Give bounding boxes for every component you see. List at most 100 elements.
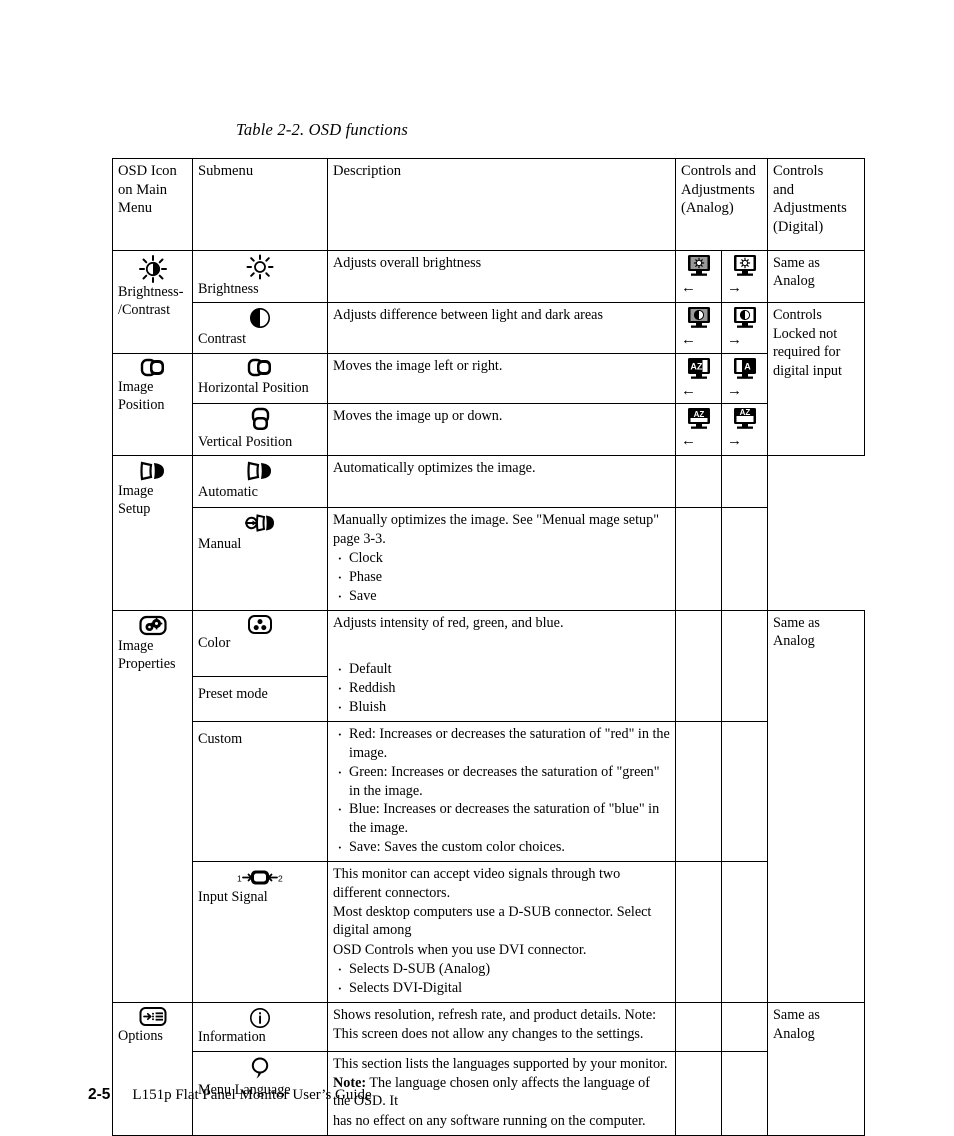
arrow-left-icon: ← xyxy=(681,280,696,296)
analog-vpos-down: AZ ← xyxy=(675,402,722,457)
monitor-hpos-right-icon: A xyxy=(727,357,762,381)
analog-automatic-empty xyxy=(675,455,722,509)
description-text-note: Note: The language chosen only affects t… xyxy=(333,1074,670,1111)
osd-functions-table: OSD Icon on Main Menu Submenu Description … xyxy=(112,158,865,1136)
description-menu-language: This section lists the languages support… xyxy=(327,1050,676,1136)
submenu-automatic: Automatic xyxy=(192,455,328,509)
analog-manual-empty xyxy=(675,507,722,611)
menu-options: Options xyxy=(112,1002,193,1136)
sun-icon xyxy=(198,254,322,280)
submenu-label: Preset mode xyxy=(198,686,268,703)
analog-information-empty xyxy=(675,1002,722,1052)
list-item: Selects DVI-Digital xyxy=(333,978,670,999)
vertical-position-icon xyxy=(198,407,322,433)
description-text: This section lists the languages support… xyxy=(333,1055,668,1072)
menu-label: Brightness- /Contrast xyxy=(118,284,184,318)
analog-hpos-left: AZ ← xyxy=(675,352,722,404)
table-row: Image Setup Automatic Automatically opti… xyxy=(112,455,865,611)
analog-input-signal-empty xyxy=(675,861,722,1004)
description-text: Manually optimizes the image. See "Menua… xyxy=(333,512,659,547)
arrow-right-icon: → xyxy=(727,280,742,296)
list-item: Clock xyxy=(333,548,670,569)
submenu-contrast: Contrast xyxy=(192,302,328,354)
analog-menu-language-empty2 xyxy=(721,1050,768,1136)
image-properties-icon xyxy=(118,614,187,638)
submenu-label: Information xyxy=(198,1029,266,1046)
list-item: Red: Increases or decreases the saturati… xyxy=(333,724,670,763)
submenu-label: Input Signal xyxy=(198,889,268,906)
description-text: OSD Controls when you use DVI connector. xyxy=(333,941,587,958)
header-analog: Controls and Adjustments (Analog) xyxy=(675,158,768,251)
monitor-contrast-increase-icon xyxy=(727,306,762,330)
list-item: Reddish xyxy=(333,678,670,699)
menu-language-icon xyxy=(198,1055,322,1081)
submenu-information: Information xyxy=(192,1002,328,1052)
list-item: Green: Increases or decreases the satura… xyxy=(333,762,670,801)
submenu-label: Contrast xyxy=(198,331,247,348)
description-text: Adjusts intensity of red, green, and blu… xyxy=(333,614,564,631)
menu-image-properties: Image Properties xyxy=(112,609,193,1004)
header-osd-icon: OSD Icon on Main Menu xyxy=(112,158,193,251)
automatic-icon xyxy=(198,459,322,483)
monitor-brightness-increase-icon xyxy=(727,254,762,278)
description-input-signal: This monitor can accept video signals th… xyxy=(327,861,676,1004)
submenu-brightness: Brightness xyxy=(192,249,328,304)
arrow-right-icon: → xyxy=(727,432,742,449)
digital-image-properties: Same as Analog xyxy=(767,609,865,1004)
description-vertical-position: Moves the image up or down. xyxy=(327,402,676,457)
list-item: Blue: Increases or decreases the saturat… xyxy=(333,799,670,838)
description-manual: Manually optimizes the image. See "Menua… xyxy=(327,507,676,611)
description-color: Adjusts intensity of red, green, and blu… xyxy=(327,609,676,722)
arrow-right-icon: → xyxy=(727,382,742,399)
submenu-label: Color xyxy=(198,634,231,651)
preset-mode-bullet-list: Default Reddish Bluish xyxy=(333,659,670,718)
input-signal-icon: 1 2 xyxy=(198,868,322,888)
monitor-vpos-down-icon: AZ xyxy=(681,407,716,431)
table-row: Contrast Adjusts difference between ligh… xyxy=(113,302,865,457)
manual-bullet-list: Clock Phase Save xyxy=(333,548,670,607)
submenu-horizontal-position: Horizontal Position xyxy=(192,352,328,404)
analog-custom-empty2 xyxy=(721,720,768,863)
submenu-color: Color xyxy=(192,609,328,678)
svg-text:2: 2 xyxy=(278,874,283,884)
submenu-input-signal: 1 2 Input Signal xyxy=(192,861,328,1004)
analog-information-empty2 xyxy=(721,1002,768,1052)
submenu-label: Automatic xyxy=(198,484,258,501)
analog-vpos-up: AZ → xyxy=(721,402,768,457)
svg-text:A: A xyxy=(744,361,751,371)
header-submenu: Submenu xyxy=(192,158,328,251)
analog-contrast-decrease: ← xyxy=(675,302,722,354)
page-number: 2-5 xyxy=(88,1086,111,1103)
header-description: Description xyxy=(327,158,676,251)
list-item: Phase xyxy=(333,567,670,588)
description-information: Shows resolution, refresh rate, and prod… xyxy=(327,1002,676,1052)
analog-color-empty xyxy=(675,609,722,722)
svg-text:AZ: AZ xyxy=(690,361,702,371)
color-icon xyxy=(198,614,322,636)
monitor-brightness-decrease-icon xyxy=(681,254,716,278)
monitor-vpos-up-icon: AZ xyxy=(727,407,762,431)
submenu-manual: Manual xyxy=(192,507,328,611)
analog-contrast-increase: → xyxy=(721,302,768,354)
custom-bullet-list: Red: Increases or decreases the saturati… xyxy=(333,724,670,858)
table-row: Image Position Horizontal Position Moves… xyxy=(112,352,865,457)
description-text: has no effect on any software running on… xyxy=(333,1112,646,1129)
analog-hpos-right: A → xyxy=(721,352,768,404)
description-custom: Red: Increases or decreases the saturati… xyxy=(327,720,676,863)
analog-automatic-empty2 xyxy=(721,455,768,509)
menu-label: Image Properties xyxy=(118,637,176,672)
description-contrast: Adjusts difference between light and dar… xyxy=(327,302,676,354)
submenu-label: Horizontal Position xyxy=(198,379,309,396)
analog-input-signal-empty2 xyxy=(721,861,768,1004)
svg-text:AZ: AZ xyxy=(739,408,750,417)
table-row: 1 2 Input Signal This monitor can accept… xyxy=(113,861,865,1004)
analog-brightness-increase: → xyxy=(721,249,768,304)
digital-options: Same as Analog xyxy=(767,1002,865,1136)
analog-color-empty2 xyxy=(721,609,768,722)
description-brightness: Adjusts overall brightness xyxy=(327,249,676,304)
list-item: Default xyxy=(333,659,670,680)
digital-locked-note: Controls Locked not required for digital… xyxy=(767,302,865,457)
analog-brightness-decrease: ← xyxy=(675,249,722,304)
analog-custom-empty xyxy=(675,720,722,863)
description-text: Most desktop computers use a D-SUB conne… xyxy=(333,904,652,939)
